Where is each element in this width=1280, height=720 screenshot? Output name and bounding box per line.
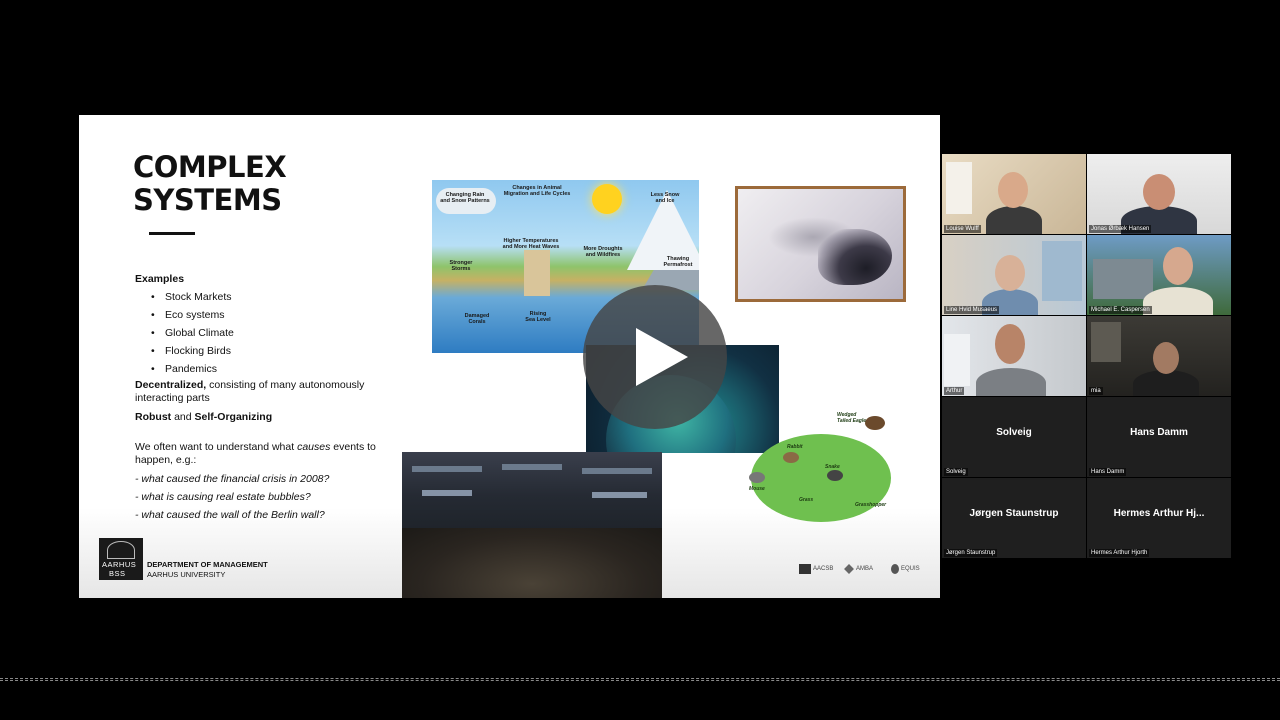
department-name: DEPARTMENT OF MANAGEMENT AARHUS UNIVERSI… xyxy=(147,560,268,579)
example-item: Stock Markets xyxy=(151,288,385,306)
title-underline xyxy=(149,232,195,235)
causes-statement: We often want to understand what causes … xyxy=(135,441,376,466)
play-icon xyxy=(636,328,688,386)
question-item: - what caused the wall of the Berlin wal… xyxy=(135,509,325,521)
robust-statement: Robust and Self-Organizing xyxy=(135,411,273,423)
slide-body-text: Examples Stock Markets Eco systems Globa… xyxy=(135,270,385,524)
participant-tile[interactable]: Jonas Ørbæk Hansen xyxy=(1087,154,1231,234)
food-web-diagram: Wedged Tailed Eagle Rabbit Snake Mouse G… xyxy=(747,410,902,525)
participant-tile[interactable]: Hans Damm Hans Damm xyxy=(1087,397,1231,477)
participant-face xyxy=(1143,174,1175,210)
university-seal-icon xyxy=(107,541,135,559)
participant-face xyxy=(1163,247,1193,285)
aacsb-mark-icon xyxy=(799,564,811,574)
participant-tile[interactable]: Hermes Arthur Hj... Hermes Arthur Hjorth xyxy=(1087,478,1231,558)
rabbit-icon xyxy=(783,452,799,463)
participant-tile[interactable]: Michael E. Caspersen xyxy=(1087,235,1231,315)
starling-murmuration-photo xyxy=(735,186,906,302)
crowd xyxy=(402,528,662,598)
participant-tile[interactable]: mia xyxy=(1087,316,1231,396)
example-item: Pandemics xyxy=(151,360,385,378)
sun-icon xyxy=(592,184,622,214)
aacsb-accreditation-logo: AACSB xyxy=(799,564,833,574)
examples-heading: Examples xyxy=(135,273,185,285)
participant-gallery: Louise Wulff Jonas Ørbæk Hansen Line Hvi… xyxy=(942,154,1232,559)
video-seek-bar[interactable] xyxy=(0,678,1280,681)
participant-tile[interactable]: Louise Wulff xyxy=(942,154,1086,234)
question-item: - what is causing real estate bubbles? xyxy=(135,491,311,503)
example-item: Global Climate xyxy=(151,324,385,342)
equis-mark-icon xyxy=(891,564,899,574)
equis-accreditation-logo: EQUIS xyxy=(891,564,920,574)
participant-tile[interactable]: Line Hvid Musaeus xyxy=(942,235,1086,315)
aarhus-bss-logo: AARHUS BSS xyxy=(99,538,143,580)
amba-accreditation-logo: AMBA xyxy=(844,564,873,574)
slide-title-line-2: SYSTEMS xyxy=(133,183,282,217)
example-item: Flocking Birds xyxy=(151,342,385,360)
slide-title-line-1: COMPLEX xyxy=(133,150,287,184)
presentation-slide: COMPLEX SYSTEMS Examples Stock Markets E… xyxy=(79,115,940,598)
participant-tile[interactable]: Solveig Solveig xyxy=(942,397,1086,477)
participant-face xyxy=(998,172,1028,208)
play-button[interactable] xyxy=(583,285,727,429)
eagle-icon xyxy=(865,416,885,430)
decentralized-statement: Decentralized, consisting of many autono… xyxy=(135,379,365,404)
stock-exchange-floor-photo xyxy=(402,452,662,598)
question-item: - what caused the financial crisis in 20… xyxy=(135,473,330,485)
participant-face xyxy=(995,255,1025,291)
snake-icon xyxy=(827,470,843,481)
amba-mark-icon xyxy=(844,564,854,574)
slide-title: COMPLEX SYSTEMS xyxy=(133,150,287,217)
participant-tile[interactable]: Arthur xyxy=(942,316,1086,396)
example-item: Eco systems xyxy=(151,306,385,324)
bird-flock xyxy=(818,229,892,285)
participant-face xyxy=(1153,342,1179,374)
participant-face xyxy=(995,324,1025,364)
city-icon xyxy=(524,250,550,296)
mouse-icon xyxy=(749,472,765,483)
participant-tile[interactable]: Jørgen Staunstrup Jørgen Staunstrup xyxy=(942,478,1086,558)
examples-list: Stock Markets Eco systems Global Climate… xyxy=(151,288,385,378)
